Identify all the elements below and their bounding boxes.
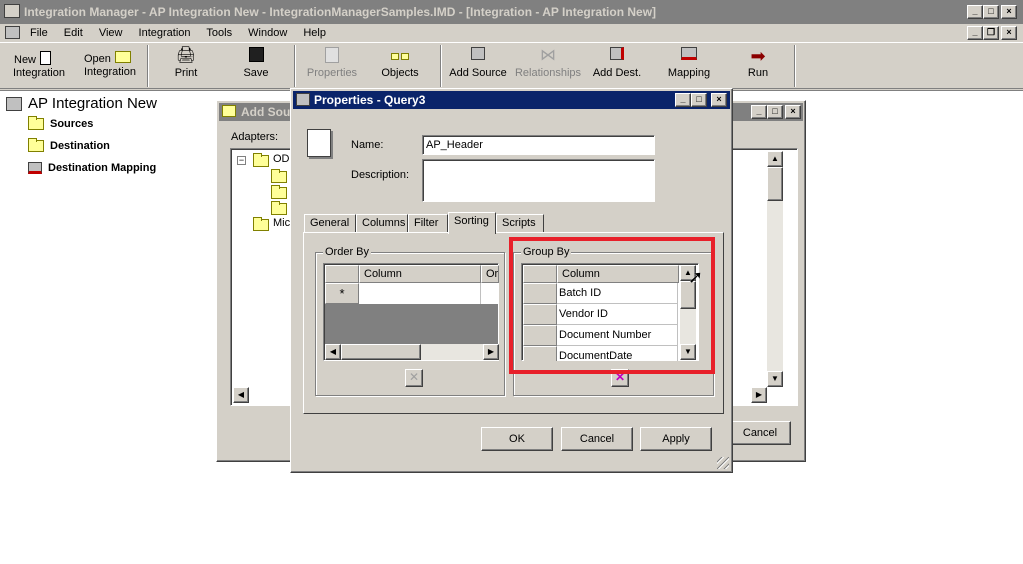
integration-icon	[6, 97, 22, 111]
ok-button[interactable]: OK	[481, 427, 553, 451]
close-button[interactable]: ×	[1001, 5, 1017, 19]
objects-icon	[389, 47, 411, 65]
save-button[interactable]: Save	[228, 43, 284, 89]
print-button[interactable]: 🖨 Print	[158, 43, 214, 89]
child-minimize-button[interactable]: _	[967, 26, 983, 40]
add-source-cancel-button[interactable]: Cancel	[729, 421, 791, 445]
folder-icon	[253, 217, 269, 231]
run-arrow-icon: ➡	[750, 46, 766, 66]
maximize-button[interactable]: □	[983, 5, 999, 19]
name-field[interactable]	[422, 135, 655, 155]
printer-icon: 🖨	[175, 47, 197, 64]
mapping-icon	[28, 162, 42, 175]
tab-strip: General Columns Filter Sorting Scripts	[304, 212, 724, 234]
relationships-icon: ⋈	[540, 47, 556, 64]
app-title: Integration Manager - AP Integration New…	[24, 5, 657, 19]
folder-icon	[271, 169, 287, 183]
folder-icon	[271, 185, 287, 199]
tree-item-sources[interactable]: Sources	[28, 116, 93, 132]
properties-close-button[interactable]: ×	[711, 93, 727, 107]
order-by-order-header[interactable]: Orde	[481, 265, 499, 283]
add-source-maximize-button[interactable]: □	[767, 105, 783, 119]
add-source-icon	[222, 105, 236, 117]
folder-icon	[271, 201, 287, 215]
mapping-icon	[678, 47, 700, 65]
new-row-selector[interactable]: *	[325, 283, 359, 304]
mapping-button[interactable]: Mapping	[660, 43, 718, 89]
app-icon	[4, 4, 20, 18]
menu-file[interactable]: File	[30, 27, 48, 39]
order-by-new-row-cell[interactable]	[359, 283, 481, 304]
expand-minus-icon[interactable]: −	[237, 156, 246, 165]
add-source-minimize-button[interactable]: _	[751, 105, 767, 119]
order-by-label: Order By	[323, 246, 372, 258]
add-source-icon	[467, 47, 489, 65]
tree-item-destination[interactable]: Destination	[28, 138, 110, 154]
toolbar: New Integration Open Integration 🖨 Print…	[0, 42, 1023, 89]
scroll-left-arrow[interactable]: ◀	[233, 387, 249, 403]
add-source-button[interactable]: Add Source	[446, 43, 510, 89]
properties-title-bar: Properties - Query3 _ □ ×	[293, 91, 730, 109]
menu-view[interactable]: View	[99, 27, 123, 39]
folder-icon	[28, 138, 44, 153]
description-field[interactable]	[422, 159, 655, 202]
scroll-left-arrow[interactable]: ◀	[325, 344, 341, 360]
scroll-down-arrow[interactable]: ▼	[767, 371, 783, 387]
properties-maximize-button[interactable]: □	[691, 93, 707, 107]
add-destination-button[interactable]: Add Dest.	[588, 43, 646, 89]
query-document-icon	[307, 129, 331, 157]
name-label: Name:	[351, 139, 384, 151]
doc-icon	[5, 26, 20, 39]
adapters-label: Adapters:	[231, 131, 279, 143]
order-by-delete-button[interactable]: ✕	[405, 369, 423, 387]
properties-icon	[321, 47, 343, 65]
tree-title: AP Integration New	[28, 95, 157, 112]
properties-button[interactable]: Properties	[300, 43, 364, 89]
tab-general[interactable]: General	[304, 214, 356, 233]
scroll-up-arrow[interactable]: ▲	[767, 151, 783, 167]
properties-minimize-button[interactable]: _	[675, 93, 691, 107]
minimize-button[interactable]: _	[967, 5, 983, 19]
new-integration-button[interactable]: New Integration	[6, 43, 72, 89]
properties-dialog: Properties - Query3 _ □ × Name: Descript…	[290, 88, 733, 473]
menu-integration[interactable]: Integration	[139, 27, 191, 39]
open-integration-button[interactable]: Open Integration	[78, 43, 142, 89]
new-document-icon	[40, 51, 52, 65]
tree-item-destination-mapping[interactable]: Destination Mapping	[28, 160, 156, 176]
apply-button[interactable]: Apply	[640, 427, 712, 451]
resize-grip-icon[interactable]	[717, 457, 729, 469]
scroll-right-arrow[interactable]: ▶	[751, 387, 767, 403]
tab-scripts[interactable]: Scripts	[496, 214, 544, 233]
cancel-button[interactable]: Cancel	[561, 427, 633, 451]
relationships-button[interactable]: ⋈ Relationships	[512, 43, 584, 89]
tab-sorting[interactable]: Sorting	[448, 212, 496, 234]
menu-tools[interactable]: Tools	[206, 27, 232, 39]
app-title-bar: Integration Manager - AP Integration New…	[0, 0, 1023, 24]
scroll-thumb[interactable]	[767, 167, 783, 201]
folder-icon	[28, 116, 44, 131]
add-destination-icon	[606, 47, 628, 65]
run-button[interactable]: ➡ Run	[730, 43, 786, 89]
scroll-right-arrow[interactable]: ▶	[483, 344, 499, 360]
menu-window[interactable]: Window	[248, 27, 287, 39]
floppy-disk-icon	[245, 47, 267, 65]
folder-icon	[253, 153, 269, 167]
objects-button[interactable]: Objects	[370, 43, 430, 89]
child-restore-button[interactable]: ❐	[983, 26, 999, 40]
child-close-button[interactable]: ×	[1001, 26, 1017, 40]
highlight-box	[509, 237, 715, 374]
add-source-close-button[interactable]: ×	[785, 105, 801, 119]
order-by-column-header[interactable]: Column	[359, 265, 481, 283]
open-folder-icon	[114, 51, 131, 63]
tab-columns[interactable]: Columns	[356, 214, 408, 233]
order-by-grid[interactable]: Column Orde * ◀ ▶	[323, 263, 499, 361]
scroll-thumb[interactable]	[341, 344, 421, 360]
menu-bar: File Edit View Integration Tools Window …	[0, 24, 1023, 42]
menu-edit[interactable]: Edit	[64, 27, 83, 39]
description-label: Description:	[351, 169, 410, 181]
tab-filter[interactable]: Filter	[408, 214, 448, 233]
properties-window-icon	[296, 93, 310, 106]
menu-help[interactable]: Help	[303, 27, 326, 39]
